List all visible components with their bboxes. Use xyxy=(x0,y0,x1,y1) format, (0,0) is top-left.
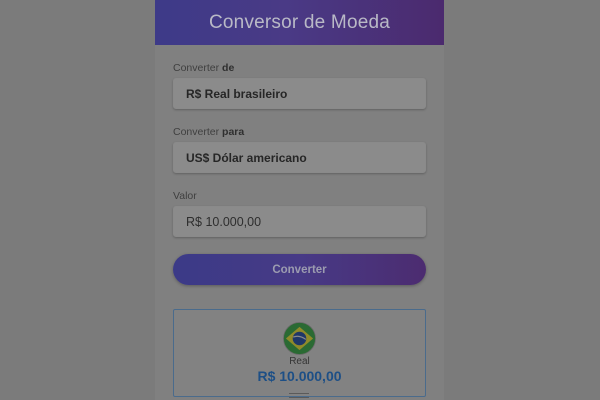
converter-form: Converter de R$ Real brasileiro Converte… xyxy=(155,62,444,397)
to-currency-value: US$ Dólar americano xyxy=(186,150,307,165)
app-header: Conversor de Moeda xyxy=(155,0,444,45)
result-card: Real R$ 10.000,00 xyxy=(173,309,426,397)
result-amount: R$ 10.000,00 xyxy=(257,368,342,384)
from-currency-value: R$ Real brasileiro xyxy=(186,86,288,101)
page-title: Conversor de Moeda xyxy=(208,11,391,33)
nav-handle[interactable] xyxy=(289,393,309,398)
convert-button-label: Converter xyxy=(272,263,327,276)
to-currency-label: Converter para xyxy=(173,126,426,138)
result-currency-label: Real xyxy=(289,356,310,367)
from-label-prefix: Converter xyxy=(173,62,223,74)
amount-input[interactable]: R$ 10.000,00 xyxy=(173,206,426,237)
from-currency-select[interactable]: R$ Real brasileiro xyxy=(173,78,426,109)
to-currency-select[interactable]: US$ Dólar americano xyxy=(173,142,426,173)
to-label-prefix: Converter xyxy=(173,126,223,138)
to-label-emphasis: para xyxy=(222,126,245,138)
app-screen: Conversor de Moeda Converter de R$ Real … xyxy=(155,0,444,400)
amount-label: Valor xyxy=(173,190,197,202)
from-currency-label: Converter de xyxy=(173,62,426,74)
convert-button[interactable]: Converter xyxy=(173,254,426,285)
from-label-emphasis: de xyxy=(222,62,235,74)
brazil-flag-icon xyxy=(283,322,316,355)
amount-value: R$ 10.000,00 xyxy=(186,214,262,229)
